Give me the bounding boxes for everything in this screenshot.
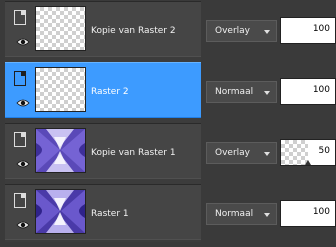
- chevron-down-icon: [264, 213, 270, 217]
- page-icon: [14, 132, 26, 147]
- blend-mode-dropdown[interactable]: Normaal: [206, 203, 277, 225]
- layer-thumbnail: [35, 128, 86, 173]
- purple-pattern-image: [36, 129, 85, 172]
- layer-name: Kopie van Raster 2: [91, 26, 176, 36]
- opacity-field[interactable]: 100: [280, 17, 336, 44]
- opacity-value: 100: [312, 85, 330, 95]
- blend-mode-value: Overlay: [215, 26, 250, 36]
- layer-controls: Overlay 100: [206, 15, 336, 48]
- layers-panel: Kopie van Raster 2 Raster 2 Kopie van Ra…: [0, 0, 336, 247]
- layer-row[interactable]: Raster 1: [5, 184, 201, 240]
- layer-name: Kopie van Raster 1: [91, 148, 176, 158]
- layer-thumbnail: [35, 6, 86, 51]
- opacity-marker: [305, 160, 311, 165]
- eye-icon[interactable]: [16, 98, 30, 108]
- layer-name: Raster 2: [91, 87, 129, 97]
- blend-mode-dropdown[interactable]: Normaal: [206, 81, 277, 103]
- page-icon: [14, 193, 26, 208]
- eye-icon[interactable]: [16, 159, 30, 169]
- eye-icon[interactable]: [16, 37, 30, 47]
- chevron-down-icon: [264, 30, 270, 34]
- opacity-field[interactable]: 50: [280, 139, 336, 166]
- opacity-field[interactable]: 100: [280, 200, 336, 227]
- layer-list: Kopie van Raster 2 Raster 2 Kopie van Ra…: [5, 1, 201, 242]
- blend-mode-value: Overlay: [215, 148, 250, 158]
- opacity-value: 100: [312, 24, 330, 34]
- opacity-value: 100: [312, 207, 330, 217]
- layer-thumbnail: [35, 67, 86, 112]
- layer-controls: Normaal 100: [206, 198, 336, 231]
- blend-mode-value: Normaal: [215, 87, 254, 97]
- layer-row[interactable]: Raster 2: [5, 62, 201, 118]
- layer-name: Raster 1: [91, 209, 129, 219]
- layer-thumbnail: [35, 189, 86, 234]
- opacity-field[interactable]: 100: [280, 78, 336, 105]
- layer-controls: Overlay 50: [206, 137, 336, 170]
- chevron-down-icon: [264, 152, 270, 156]
- layer-row[interactable]: Kopie van Raster 2: [5, 1, 201, 57]
- eye-icon[interactable]: [16, 220, 30, 230]
- opacity-value: 50: [318, 146, 330, 156]
- purple-pattern-image: [36, 190, 85, 233]
- page-icon: [14, 71, 26, 86]
- chevron-down-icon: [264, 91, 270, 95]
- page-icon: [14, 10, 26, 25]
- blend-mode-dropdown[interactable]: Overlay: [206, 20, 277, 42]
- layer-row[interactable]: Kopie van Raster 1: [5, 123, 201, 179]
- layer-controls: Normaal 100: [206, 76, 336, 109]
- blend-mode-value: Normaal: [215, 209, 254, 219]
- blend-mode-dropdown[interactable]: Overlay: [206, 142, 277, 164]
